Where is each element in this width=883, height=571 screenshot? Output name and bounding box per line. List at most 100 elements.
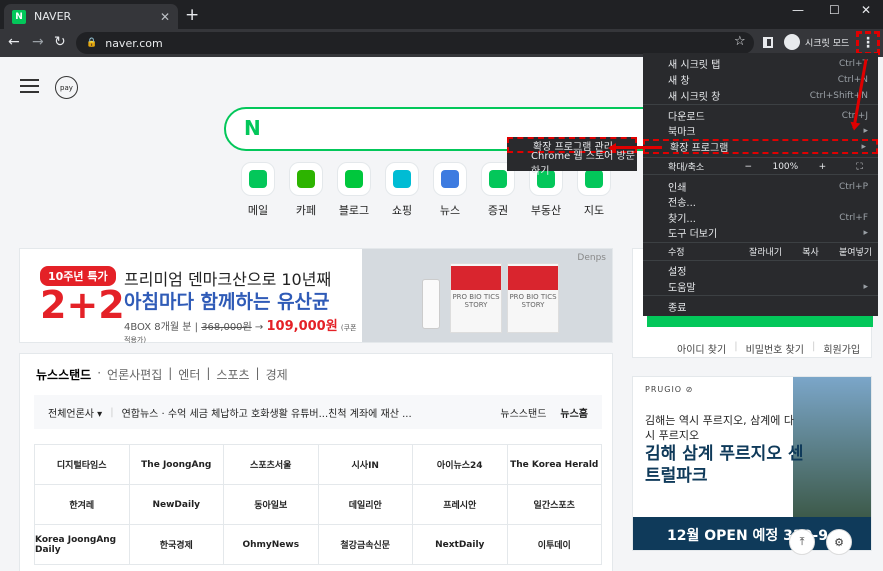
ad-banner[interactable]: 10주년 특가 2+2 프리미엄 덴마크산으로 10년째 아침마다 함께하는 유… — [19, 248, 613, 344]
outlet-cell[interactable]: NewDaily — [129, 485, 224, 525]
menu-item-1[interactable]: 새 창 Ctrl+N — [643, 72, 878, 88]
menu-item-10[interactable]: 설정 — [643, 263, 878, 278]
zoom-row: 확대/축소 −100% + ⛶ — [643, 159, 878, 174]
edit-row: 수정 잘라내기 복사 붙여넣기 — [643, 244, 878, 259]
quick-link-4[interactable]: 뉴스 — [426, 162, 474, 218]
menu-item-shortcut: ▸ — [863, 227, 868, 238]
tab-close-icon[interactable]: ✕ — [160, 10, 170, 24]
outlet-cell[interactable]: 시사IN — [318, 445, 413, 485]
quick-link-label: 뉴스 — [439, 204, 461, 217]
menu-separator — [643, 174, 878, 175]
cut-button[interactable]: 잘라내기 — [743, 245, 788, 258]
outlet-cell[interactable]: 한국경제 — [129, 525, 224, 565]
edit-label: 수정 — [668, 248, 685, 258]
side-panel-icon[interactable] — [763, 37, 773, 48]
bookmark-star-icon[interactable]: ☆ — [734, 34, 746, 49]
login-link-2[interactable]: 비밀번호 찾기 — [746, 341, 804, 356]
news-tab-4[interactable]: 엔터 — [178, 366, 200, 383]
news-tab-0[interactable]: 뉴스스탠드 — [36, 366, 91, 383]
outlet-cell[interactable]: OhmyNews — [224, 525, 319, 565]
quick-link-label: 쇼핑 — [391, 204, 413, 217]
outlet-cell[interactable]: 일간스포츠 — [507, 485, 602, 525]
product-box-text: PRO BIO TICS STORY — [509, 293, 557, 309]
newsstand-link[interactable]: 뉴스스탠드 — [500, 405, 546, 420]
outlet-cell[interactable]: 아이뉴스24 — [413, 445, 508, 485]
outlet-cell[interactable]: Korea JoongAng Daily — [35, 525, 130, 565]
outlet-cell[interactable]: 동아일보 — [224, 485, 319, 525]
news-tab-6[interactable]: 스포츠 — [216, 366, 249, 383]
quick-link-icon — [297, 170, 315, 188]
outlet-cell[interactable]: The Korea Herald — [507, 445, 602, 485]
lock-icon[interactable]: 🔒 — [86, 38, 97, 48]
side-ad[interactable]: PRUGIO ⊘ 김해는 역시 푸르지오, 삼계에 다시 푸르지오 김해 삼계 … — [632, 376, 872, 551]
quick-link-3[interactable]: 쇼핑 — [378, 162, 426, 218]
reload-button[interactable]: ↻ — [54, 34, 66, 50]
banner-line2: 아침마다 함께하는 유산균 — [124, 291, 330, 313]
outlet-cell[interactable]: 이투데이 — [507, 525, 602, 565]
menu-item-12[interactable]: 종료 — [643, 299, 878, 314]
zoom-in-button[interactable]: + — [804, 162, 841, 172]
menu-item-label: 전송... — [668, 198, 696, 209]
menu-item-3[interactable]: 다운로드Ctrl+J — [643, 108, 878, 124]
login-links: 아이디 찾기 | 비밀번호 찾기 | 회원가입 — [677, 341, 860, 356]
quick-link-icon — [489, 170, 507, 188]
ticker-sep: | — [110, 406, 114, 418]
address-bar[interactable]: 🔒 naver.com — [76, 32, 754, 54]
naver-logo-icon: N — [244, 116, 261, 140]
news-tab-2[interactable]: 언론사편집 — [107, 366, 162, 383]
settings-fab-button[interactable]: ⚙ — [826, 529, 852, 555]
quick-link-1[interactable]: 카페 — [282, 162, 330, 218]
new-tab-button[interactable]: + — [185, 5, 199, 25]
hamburger-menu-icon[interactable] — [20, 79, 39, 93]
quick-link-icon — [345, 170, 363, 188]
menu-item-4[interactable]: 북마크 ▸ — [643, 123, 878, 139]
menu-item-11[interactable]: 도움말 ▸ — [643, 279, 878, 295]
outlet-cell[interactable]: 데일리안 — [318, 485, 413, 525]
menu-item-7[interactable]: 전송... — [643, 194, 878, 209]
menu-item-6[interactable]: 인쇄 Ctrl+P — [643, 179, 878, 195]
outlet-cell[interactable]: NextDaily — [413, 525, 508, 565]
quick-link-0[interactable]: 메일 — [234, 162, 282, 218]
source-dropdown[interactable]: 전체언론사 ▾ — [48, 405, 102, 420]
close-window-button[interactable]: ✕ — [861, 3, 871, 17]
outlet-cell[interactable]: The JoongAng — [129, 445, 224, 485]
chrome-menu-button[interactable]: ⋮ — [856, 31, 880, 55]
outlet-cell[interactable]: 한겨레 — [35, 485, 130, 525]
news-home-link[interactable]: 뉴스홈 — [560, 405, 588, 420]
back-button[interactable]: ← — [8, 34, 20, 50]
tab-naver[interactable]: N NAVER ✕ — [4, 4, 178, 29]
outlet-cell[interactable]: 프레시안 — [413, 485, 508, 525]
login-link-4[interactable]: 회원가입 — [823, 341, 860, 356]
outlet-cell[interactable]: 스포츠서울 — [224, 445, 319, 485]
outlet-cell[interactable]: 디지털타임스 — [35, 445, 130, 485]
news-tab-3: | — [168, 366, 173, 380]
ticker-headline[interactable]: 연합뉴스 · 수억 세금 체납하고 호화생활 유튜버...친척 계좌에 재산 .… — [122, 405, 412, 420]
news-tab-1: · — [97, 366, 102, 380]
banner-detail: 4BOX 8개월 분 | — [124, 322, 198, 333]
minimize-button[interactable]: — — [792, 3, 804, 17]
menu-item-5[interactable]: 확장 프로그램 ▸ — [643, 139, 878, 154]
maximize-button[interactable]: ☐ — [829, 3, 840, 17]
menu-item-label: 설정 — [668, 267, 687, 278]
pay-icon[interactable]: pay — [55, 76, 78, 99]
login-link-0[interactable]: 아이디 찾기 — [677, 341, 726, 356]
menu-separator — [643, 295, 878, 296]
copy-button[interactable]: 복사 — [788, 245, 833, 258]
menu-item-2[interactable]: 새 시크릿 창 Ctrl+Shift+N — [643, 88, 878, 104]
scroll-top-button[interactable]: ⤒ — [789, 529, 815, 555]
menu-item-0[interactable]: 새 시크릿 탭 Ctrl+T — [643, 56, 878, 72]
outlet-cell[interactable]: 철강금속신문 — [318, 525, 413, 565]
chrome-web-store-item[interactable]: Chrome 웹 스토어 방문하기 — [507, 151, 637, 177]
menu-item-label: 새 창 — [668, 76, 690, 87]
quick-link-icon — [393, 170, 411, 188]
paste-button[interactable]: 붙여넣기 — [833, 245, 878, 258]
menu-item-9[interactable]: 도구 더보기 ▸ — [643, 225, 878, 241]
incognito-icon[interactable] — [784, 34, 800, 50]
news-tab-8[interactable]: 경제 — [266, 366, 288, 383]
quick-link-2[interactable]: 블로그 — [330, 162, 378, 218]
forward-button[interactable]: → — [32, 34, 44, 50]
zoom-out-button[interactable]: − — [730, 162, 767, 172]
zoom-label: 확대/축소 — [668, 163, 705, 173]
fullscreen-icon[interactable]: ⛶ — [841, 162, 878, 172]
menu-item-8[interactable]: 찾기... Ctrl+F — [643, 210, 878, 226]
